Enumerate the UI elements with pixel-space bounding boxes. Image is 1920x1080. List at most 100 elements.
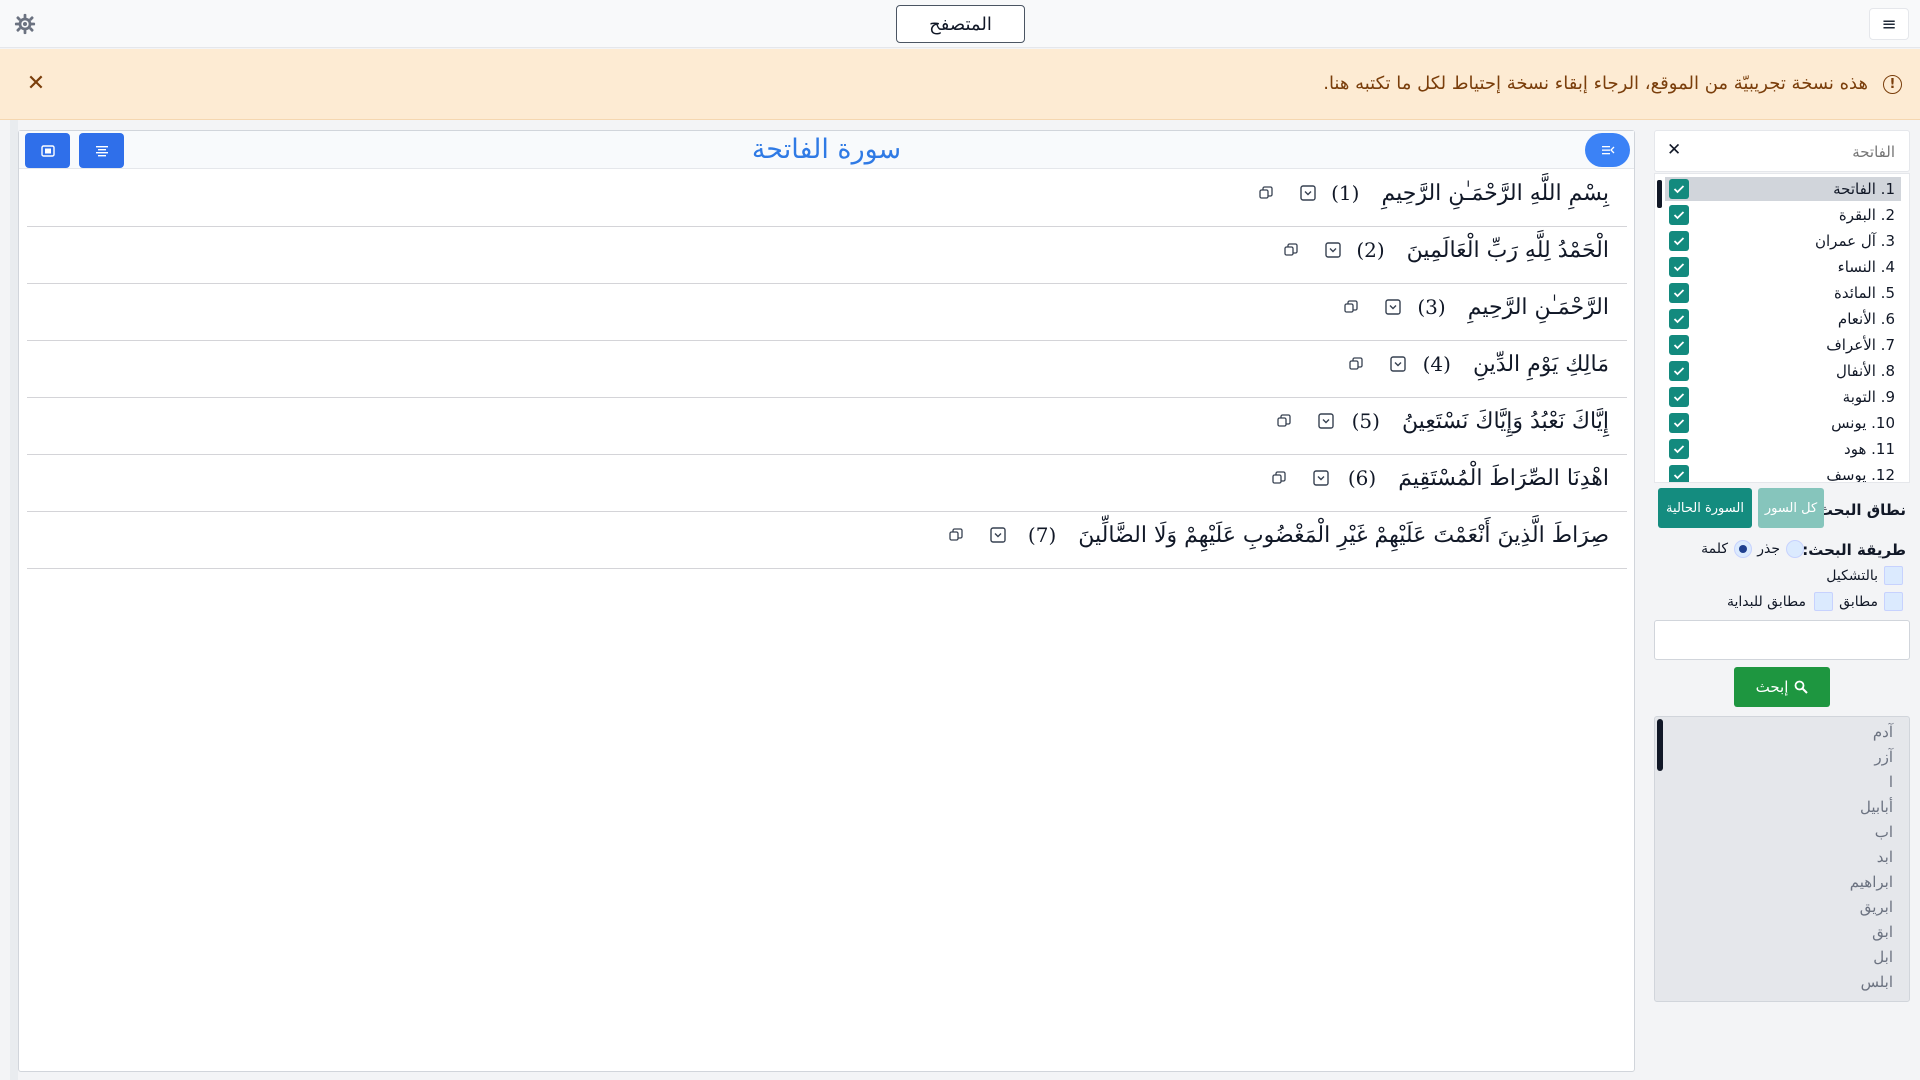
surah-item-label: 3. آل عمران <box>1815 232 1895 250</box>
surah-item-label: 4. النساء <box>1837 258 1895 276</box>
hamburger-icon[interactable]: ≡ <box>1869 8 1909 40</box>
radio-word[interactable] <box>1734 540 1752 558</box>
ayah-row: صِرَاطَ الَّذِينَ أَنْعَمْتَ عَلَيْهِمْ … <box>27 512 1627 569</box>
ayah-tools <box>947 526 1007 544</box>
checkbox-checked[interactable] <box>1669 439 1689 459</box>
surah-item[interactable]: 11. هود <box>1665 437 1901 461</box>
root-item[interactable]: آدم <box>1873 723 1893 741</box>
copy-icon[interactable] <box>1282 241 1300 259</box>
surah-item[interactable]: 7. الأعراف <box>1665 333 1901 357</box>
surah-reader: سورة الفاتحة بِسْمِ اللَّهِ الرَّحْمَـٰن… <box>18 130 1635 1072</box>
expand-icon[interactable] <box>1299 184 1317 202</box>
surah-item[interactable]: 5. المائدة <box>1665 281 1901 305</box>
close-icon[interactable]: ✕ <box>26 71 46 96</box>
surah-filter-input[interactable] <box>1695 140 1895 164</box>
starts-with-label: مطابق للبداية <box>1726 594 1806 610</box>
surah-title: سورة الفاتحة <box>751 134 902 165</box>
search-button[interactable]: إبحث <box>1734 667 1830 707</box>
root-item[interactable]: ابل <box>1873 948 1893 966</box>
ayah-row: مَالِكِ يَوْمِ الدِّينِ(4) <box>27 341 1627 398</box>
copy-icon[interactable] <box>1347 355 1365 373</box>
radio-word-label: كلمة <box>1701 541 1728 557</box>
expand-icon[interactable] <box>1324 241 1342 259</box>
copy-icon[interactable] <box>1275 412 1293 430</box>
exact-checkbox[interactable] <box>1884 592 1903 611</box>
checkbox-checked[interactable] <box>1669 283 1689 303</box>
radio-root[interactable] <box>1786 540 1804 558</box>
ayah-tools <box>1282 241 1342 259</box>
surah-item[interactable]: 4. النساء <box>1665 255 1901 279</box>
ayah-row: الرَّحْمَـٰنِ الرَّحِيمِ(3) <box>27 284 1627 341</box>
root-item[interactable]: ابد <box>1877 848 1893 866</box>
checkbox-checked[interactable] <box>1669 179 1689 199</box>
surah-item-label: 8. الأنفال <box>1835 362 1895 380</box>
root-item[interactable]: ا <box>1889 773 1893 791</box>
checkbox-checked[interactable] <box>1669 387 1689 407</box>
left-gutter <box>10 120 18 1080</box>
method-label: طريقة البحث: <box>1802 541 1906 559</box>
roots-list[interactable]: آدم آزر ا أبابيل اب ابد ابراهيم ابريق اب… <box>1654 716 1910 1002</box>
expand-icon[interactable] <box>1389 355 1407 373</box>
search-method: طريقة البحث: جذر كلمة <box>1654 538 1910 562</box>
top-bar: المتصفح ≡ <box>0 0 1920 48</box>
surah-item-label: 6. الأنعام <box>1837 310 1895 328</box>
expand-icon[interactable] <box>989 526 1007 544</box>
root-item[interactable]: ابلس <box>1861 973 1893 991</box>
surah-item[interactable]: 6. الأنعام <box>1665 307 1901 331</box>
checkbox-checked[interactable] <box>1669 465 1689 482</box>
search-scope: نطاق البحث: كل السور السورة الحالية <box>1654 486 1910 530</box>
checkbox-checked[interactable] <box>1669 257 1689 277</box>
ayah-number: (1) <box>1331 181 1360 205</box>
expand-icon[interactable] <box>1317 412 1335 430</box>
checkbox-checked[interactable] <box>1669 231 1689 251</box>
ayah-text: إِيَّاكَ نَعْبُدُ وَإِيَّاكَ نَسْتَعِينُ… <box>1351 409 1609 434</box>
checkbox-checked[interactable] <box>1669 361 1689 381</box>
diacritics-checkbox[interactable] <box>1884 566 1903 585</box>
surah-item[interactable]: 10. يونس <box>1665 411 1901 435</box>
search-query-input[interactable] <box>1655 621 1909 659</box>
scrollbar-thumb[interactable] <box>1657 180 1662 208</box>
clear-icon[interactable]: ✕ <box>1667 140 1681 160</box>
surah-list[interactable]: 1. الفاتحة 2. البقرة 3. آل عمران 4. النس… <box>1654 173 1910 483</box>
current-surah-button[interactable]: السورة الحالية <box>1658 488 1752 528</box>
copy-icon[interactable] <box>1257 184 1275 202</box>
expand-icon[interactable] <box>1312 469 1330 487</box>
scrollbar-thumb[interactable] <box>1657 719 1663 771</box>
checkbox-checked[interactable] <box>1669 413 1689 433</box>
root-item[interactable]: ابق <box>1872 923 1893 941</box>
app-title-button[interactable]: المتصفح <box>896 5 1025 43</box>
checkbox-checked[interactable] <box>1669 335 1689 355</box>
ayah-row: اهْدِنَا الصِّرَاطَ الْمُسْتَقِيمَ(6) <box>27 455 1627 512</box>
expand-icon[interactable] <box>1384 298 1402 316</box>
ayah-number: (2) <box>1356 238 1385 262</box>
copy-icon[interactable] <box>947 526 965 544</box>
checkbox-checked[interactable] <box>1669 205 1689 225</box>
surah-item[interactable]: 9. التوبة <box>1665 385 1901 409</box>
all-surahs-button[interactable]: كل السور <box>1758 488 1824 528</box>
info-icon: ! <box>1883 75 1902 94</box>
surah-item[interactable]: 3. آل عمران <box>1665 229 1901 253</box>
root-item[interactable]: ابراهيم <box>1850 873 1893 891</box>
gear-icon[interactable] <box>14 13 36 35</box>
root-item[interactable]: ابريق <box>1860 898 1893 916</box>
beta-alert: ✕ هذه نسخة تجريبيّة من الموقع، الرجاء إب… <box>0 49 1920 120</box>
root-item[interactable]: اب <box>1875 823 1893 841</box>
ayah-tools <box>1342 298 1402 316</box>
surah-item[interactable]: 12. يوسف <box>1665 463 1901 482</box>
toggle-sidebar-button[interactable] <box>1585 133 1630 167</box>
root-item[interactable]: آزر <box>1874 748 1893 766</box>
root-item[interactable]: أبابيل <box>1860 798 1893 816</box>
surah-item-label: 1. الفاتحة <box>1833 180 1895 198</box>
copy-icon[interactable] <box>1270 469 1288 487</box>
surah-item[interactable]: 1. الفاتحة <box>1665 177 1901 201</box>
starts-with-checkbox[interactable] <box>1814 592 1833 611</box>
checkbox-checked[interactable] <box>1669 309 1689 329</box>
copy-icon[interactable] <box>1342 298 1360 316</box>
ayah-number: (4) <box>1422 352 1451 376</box>
ayah-text: الْحَمْدُ لِلَّهِ رَبِّ الْعَالَمِينَ(2) <box>1356 238 1609 263</box>
ayah-number: (5) <box>1351 409 1380 433</box>
surah-item[interactable]: 8. الأنفال <box>1665 359 1901 383</box>
surah-item[interactable]: 2. البقرة <box>1665 203 1901 227</box>
ayah-row: إِيَّاكَ نَعْبُدُ وَإِيَّاكَ نَسْتَعِينُ… <box>27 398 1627 455</box>
ayah-text: اهْدِنَا الصِّرَاطَ الْمُسْتَقِيمَ(6) <box>1347 466 1609 491</box>
